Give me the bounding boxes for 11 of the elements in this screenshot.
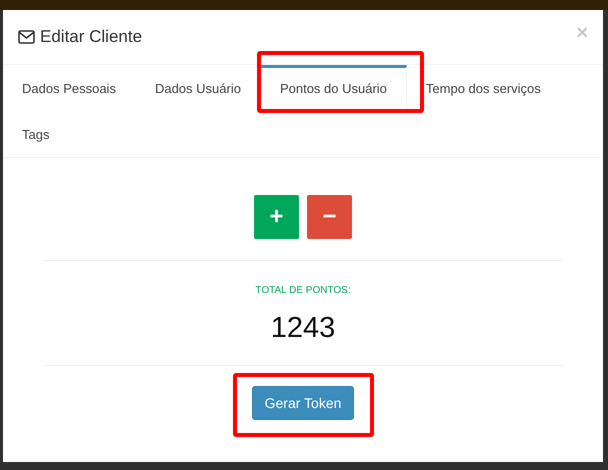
tab[interactable]: Dados Pessoais [3, 65, 136, 111]
envelope-icon [18, 30, 35, 44]
total-label: TOTAL DE PONTOS: [255, 285, 351, 296]
modal-title: Editar Cliente [40, 27, 142, 47]
generate-token-button[interactable]: Gerar Token [252, 386, 354, 420]
remove-points-button[interactable]: − [306, 194, 353, 240]
tab[interactable]: Tempo dos serviços [406, 65, 561, 111]
tab[interactable]: Dados Usuário [136, 65, 261, 111]
tab[interactable]: Pontos do Usuário [260, 65, 407, 111]
total-points: 1243 [270, 312, 336, 345]
tab[interactable]: Tags [3, 111, 70, 157]
